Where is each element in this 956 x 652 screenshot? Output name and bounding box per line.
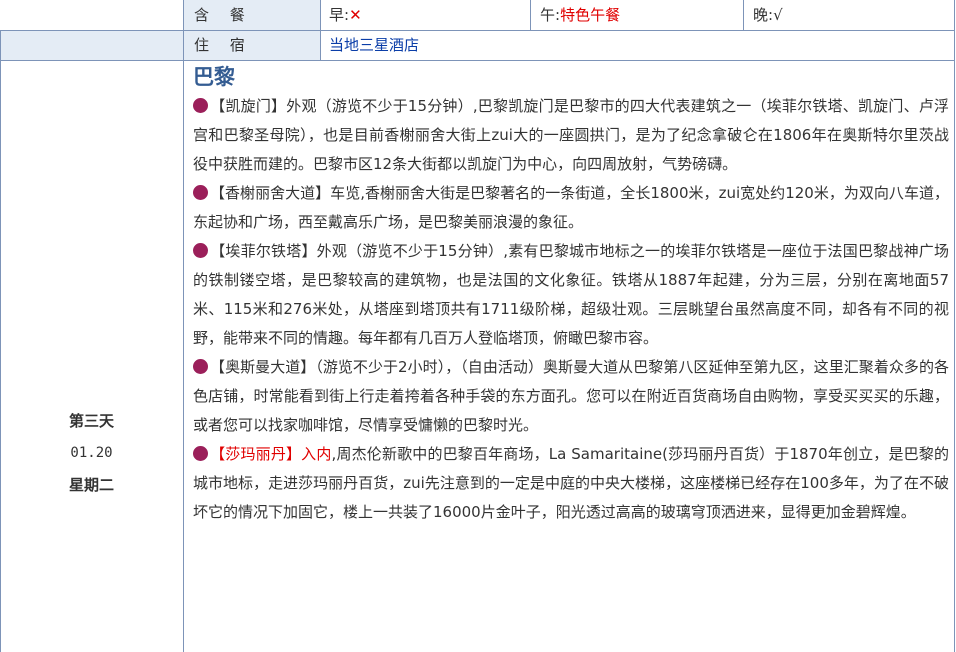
attraction-name: 【莎玛丽丹】	[210, 445, 302, 463]
stay-row: 住 宿 当地三星酒店	[0, 30, 955, 60]
day-content: 巴黎 【凯旋门】外观（游览不少于15分钟）,巴黎凯旋门是巴黎市的四大代表建筑之一…	[193, 62, 949, 527]
breakfast-entry: 早:✕	[329, 0, 362, 30]
attraction-name: 【奥斯曼大道】	[210, 358, 316, 376]
meals-label: 含 餐	[194, 6, 253, 24]
day-column	[0, 60, 183, 652]
breakfast-cell: 早:✕	[320, 0, 530, 30]
lunch-cell: 午:特色午餐	[530, 0, 743, 30]
stay-label: 住 宿	[194, 36, 253, 54]
lunch-value: 特色午餐	[560, 6, 621, 24]
attraction-item: 【凯旋门】外观（游览不少于15分钟）,巴黎凯旋门是巴黎市的四大代表建筑之一（埃菲…	[193, 92, 949, 179]
divider	[0, 30, 955, 31]
day-weekday: 星期二	[68, 476, 114, 494]
bullet-dot-icon	[193, 359, 208, 374]
attraction-item: 【埃菲尔铁塔】外观（游览不少于15分钟）,素有巴黎城市地标之一的埃菲尔铁塔是一座…	[193, 237, 949, 353]
itinerary-table: 含 餐 早:✕ 午:特色午餐 晚:√ 住 宿 当地三星酒店 第三天 01.20 …	[0, 0, 955, 652]
meals-row: 含 餐 早:✕ 午:特色午餐 晚:√	[0, 0, 955, 30]
day-title: 第三天	[68, 412, 114, 430]
day-date: 01.20	[70, 445, 113, 461]
bullet-dot-icon	[193, 98, 208, 113]
day-info: 第三天 01.20 星期二	[0, 405, 183, 501]
dinner-value: √	[773, 6, 783, 24]
attraction-text: 外观（游览不少于15分钟）,巴黎凯旋门是巴黎市的四大代表建筑之一（埃菲尔铁塔、凯…	[193, 97, 949, 173]
divider	[530, 0, 531, 30]
attraction-mode: 入内	[301, 445, 332, 463]
dinner-cell: 晚:√	[743, 0, 955, 30]
attraction-item: 【香榭丽舍大道】车览,香榭丽舍大街是巴黎著名的一条街道，全长1800米，zui宽…	[193, 179, 949, 237]
bullet-dot-icon	[193, 243, 208, 258]
lunch-label: 午:	[540, 6, 561, 24]
divider	[743, 0, 744, 30]
bullet-dot-icon	[193, 185, 208, 200]
divider	[954, 0, 955, 652]
attraction-name: 【香榭丽舍大道】	[210, 184, 331, 202]
dinner-label: 晚:	[753, 6, 774, 24]
city-title: 巴黎	[193, 65, 235, 89]
divider	[183, 0, 184, 652]
breakfast-label: 早:	[329, 6, 350, 24]
attraction-item: 【莎玛丽丹】入内,周杰伦新歌中的巴黎百年商场，La Samaritaine(莎玛…	[193, 440, 949, 527]
dinner-entry: 晚:√	[753, 0, 783, 30]
attraction-name: 【埃菲尔铁塔】	[210, 242, 317, 260]
stay-value: 当地三星酒店	[329, 36, 420, 54]
meals-label-cell: 含 餐	[183, 0, 320, 30]
stay-value-cell: 当地三星酒店	[320, 30, 955, 60]
attraction-item: 【奥斯曼大道】（游览不少于2小时），（自由活动）奥斯曼大道从巴黎第八区延伸至第九…	[193, 353, 949, 440]
bullet-dot-icon	[193, 446, 208, 461]
breakfast-value: ✕	[349, 6, 362, 24]
attraction-name: 【凯旋门】	[210, 97, 287, 115]
stay-label-cell: 住 宿	[183, 30, 320, 60]
divider	[320, 0, 321, 60]
stay-blank-cell	[0, 30, 183, 60]
lunch-entry: 午:特色午餐	[540, 0, 620, 30]
